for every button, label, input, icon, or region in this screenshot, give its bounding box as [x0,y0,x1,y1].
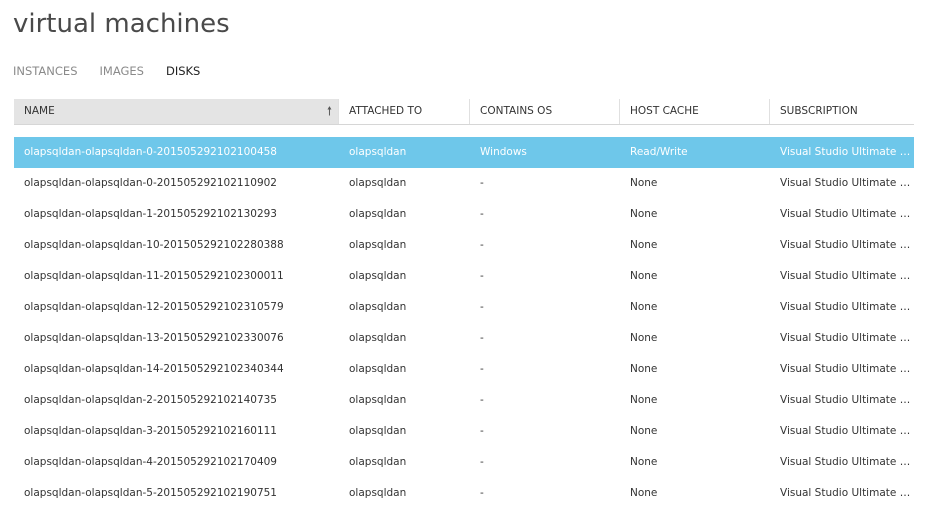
cell-subscription: Visual Studio Ultimate with... [780,456,914,468]
cell-host-cache: None [630,239,658,251]
cell-host-cache: None [630,456,658,468]
cell-host-cache: None [630,363,658,375]
cell-subscription: Visual Studio Ultimate with... [780,425,914,437]
disks-table: NAME 🠕 ATTACHED TO CONTAINS OS HOST CACH… [14,99,914,509]
cell-attached-to: olapsqldan [349,239,407,251]
cell-subscription: Visual Studio Ultimate with... [780,208,914,220]
cell-attached-to: olapsqldan [349,177,407,189]
cell-subscription: Visual Studio Ultimate with... [780,270,914,282]
cell-host-cache: None [630,177,658,189]
table-row[interactable]: olapsqldan-olapsqldan-0-2015052921021109… [14,168,914,199]
cell-subscription: Visual Studio Ultimate with... [780,177,914,189]
cell-name: olapsqldan-olapsqldan-0-2015052921021109… [24,177,277,189]
cell-host-cache: None [630,394,658,406]
page-title: virtual machines [13,9,230,39]
table-row[interactable]: olapsqldan-olapsqldan-0-2015052921021004… [14,137,914,168]
cell-contains-os: - [480,394,484,406]
cell-contains-os: - [480,270,484,282]
cell-attached-to: olapsqldan [349,301,407,313]
cell-contains-os: - [480,425,484,437]
cell-subscription: Visual Studio Ultimate with... [780,239,914,251]
column-header-label: HOST CACHE [630,105,699,117]
cell-name: olapsqldan-olapsqldan-2-2015052921021407… [24,394,277,406]
cell-host-cache: None [630,208,658,220]
table-body: olapsqldan-olapsqldan-0-2015052921021004… [14,137,914,509]
cell-name: olapsqldan-olapsqldan-3-2015052921021601… [24,425,277,437]
column-header-attached-to[interactable]: ATTACHED TO [339,99,470,124]
cell-contains-os: - [480,177,484,189]
cell-attached-to: olapsqldan [349,146,407,158]
table-row[interactable]: olapsqldan-olapsqldan-5-2015052921021907… [14,478,914,509]
cell-host-cache: None [630,332,658,344]
cell-host-cache: Read/Write [630,146,688,158]
table-row[interactable]: olapsqldan-olapsqldan-13-201505292102330… [14,323,914,354]
cell-host-cache: None [630,301,658,313]
table-row[interactable]: olapsqldan-olapsqldan-10-201505292102280… [14,230,914,261]
cell-name: olapsqldan-olapsqldan-11-201505292102300… [24,270,284,282]
cell-subscription: Visual Studio Ultimate with... [780,487,914,499]
column-header-contains-os[interactable]: CONTAINS OS [470,99,620,124]
cell-name: olapsqldan-olapsqldan-4-2015052921021704… [24,456,277,468]
table-row[interactable]: olapsqldan-olapsqldan-14-201505292102340… [14,354,914,385]
cell-subscription: Visual Studio Ultimate with... [780,146,914,158]
table-row[interactable]: olapsqldan-olapsqldan-1-2015052921021302… [14,199,914,230]
cell-name: olapsqldan-olapsqldan-5-2015052921021907… [24,487,277,499]
column-header-label: SUBSCRIPTION [780,105,858,117]
table-header: NAME 🠕 ATTACHED TO CONTAINS OS HOST CACH… [14,99,914,125]
column-header-host-cache[interactable]: HOST CACHE [620,99,770,124]
cell-contains-os: - [480,239,484,251]
cell-contains-os: - [480,487,484,499]
cell-contains-os: Windows [480,146,527,158]
cell-contains-os: - [480,363,484,375]
cell-name: olapsqldan-olapsqldan-13-201505292102330… [24,332,284,344]
cell-subscription: Visual Studio Ultimate with... [780,301,914,313]
cell-host-cache: None [630,487,658,499]
cell-attached-to: olapsqldan [349,363,407,375]
cell-attached-to: olapsqldan [349,456,407,468]
cell-subscription: Visual Studio Ultimate with... [780,332,914,344]
cell-name: olapsqldan-olapsqldan-1-2015052921021302… [24,208,277,220]
cell-attached-to: olapsqldan [349,394,407,406]
cell-attached-to: olapsqldan [349,208,407,220]
cell-name: olapsqldan-olapsqldan-10-201505292102280… [24,239,284,251]
cell-contains-os: - [480,208,484,220]
cell-attached-to: olapsqldan [349,487,407,499]
cell-attached-to: olapsqldan [349,270,407,282]
cell-subscription: Visual Studio Ultimate with... [780,363,914,375]
cell-host-cache: None [630,270,658,282]
table-row[interactable]: olapsqldan-olapsqldan-4-2015052921021704… [14,447,914,478]
column-header-subscription[interactable]: SUBSCRIPTION [770,99,914,124]
tab-images[interactable]: IMAGES [100,62,144,80]
tab-bar: INSTANCES IMAGES DISKS [13,62,222,80]
tab-instances[interactable]: INSTANCES [13,62,78,80]
column-header-label: NAME [24,105,55,117]
cell-contains-os: - [480,332,484,344]
cell-attached-to: olapsqldan [349,425,407,437]
column-header-label: CONTAINS OS [480,105,553,117]
table-row[interactable]: olapsqldan-olapsqldan-12-201505292102310… [14,292,914,323]
cell-attached-to: olapsqldan [349,332,407,344]
table-row[interactable]: olapsqldan-olapsqldan-11-201505292102300… [14,261,914,292]
column-header-label: ATTACHED TO [349,105,423,117]
cell-name: olapsqldan-olapsqldan-14-201505292102340… [24,363,284,375]
up-arrow-icon: 🠕 [326,104,332,118]
cell-host-cache: None [630,425,658,437]
tab-disks[interactable]: DISKS [166,62,200,80]
table-row[interactable]: olapsqldan-olapsqldan-2-2015052921021407… [14,385,914,416]
column-header-name[interactable]: NAME 🠕 [14,99,339,124]
cell-subscription: Visual Studio Ultimate with... [780,394,914,406]
cell-name: olapsqldan-olapsqldan-12-201505292102310… [24,301,284,313]
cell-contains-os: - [480,456,484,468]
cell-name: olapsqldan-olapsqldan-0-2015052921021004… [24,146,277,158]
cell-contains-os: - [480,301,484,313]
table-row[interactable]: olapsqldan-olapsqldan-3-2015052921021601… [14,416,914,447]
